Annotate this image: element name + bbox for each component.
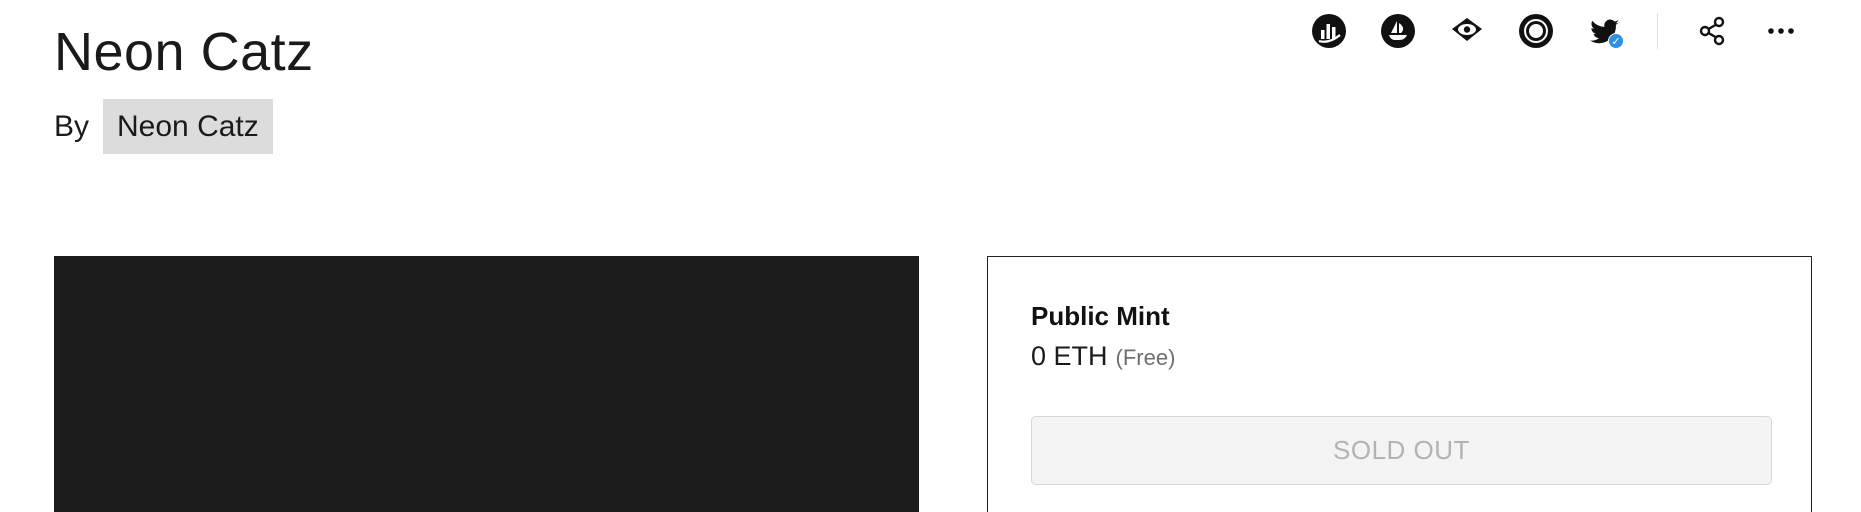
byline: By Neon Catz [54,99,273,154]
icon-divider [1657,13,1658,49]
verified-badge-icon: ✓ [1608,33,1624,49]
share-icon[interactable] [1693,12,1731,50]
chart-bars-icon[interactable] [1310,12,1348,50]
mint-panel: Public Mint 0 ETH (Free) SOLD OUT [987,256,1812,512]
header-icon-bar: ✓ [1310,12,1800,50]
opensea-icon[interactable] [1379,12,1417,50]
collection-page: Neon Catz By Neon Catz ✓ Public Mint 0 E… [0,0,1861,512]
sold-out-button[interactable]: SOLD OUT [1031,416,1772,485]
more-icon[interactable] [1762,12,1800,50]
collection-media [54,256,919,512]
creator-link[interactable]: Neon Catz [103,99,273,154]
page-title: Neon Catz [54,22,314,82]
mint-price-row: 0 ETH (Free) [1031,341,1175,372]
mint-price-note: (Free) [1115,345,1176,370]
by-label: By [54,109,90,143]
mint-price: 0 ETH [1031,341,1108,371]
twitter-verified-icon[interactable]: ✓ [1586,12,1624,50]
eye-icon[interactable] [1448,12,1486,50]
mint-stage-title: Public Mint [1031,301,1170,331]
rings-icon[interactable] [1517,12,1555,50]
